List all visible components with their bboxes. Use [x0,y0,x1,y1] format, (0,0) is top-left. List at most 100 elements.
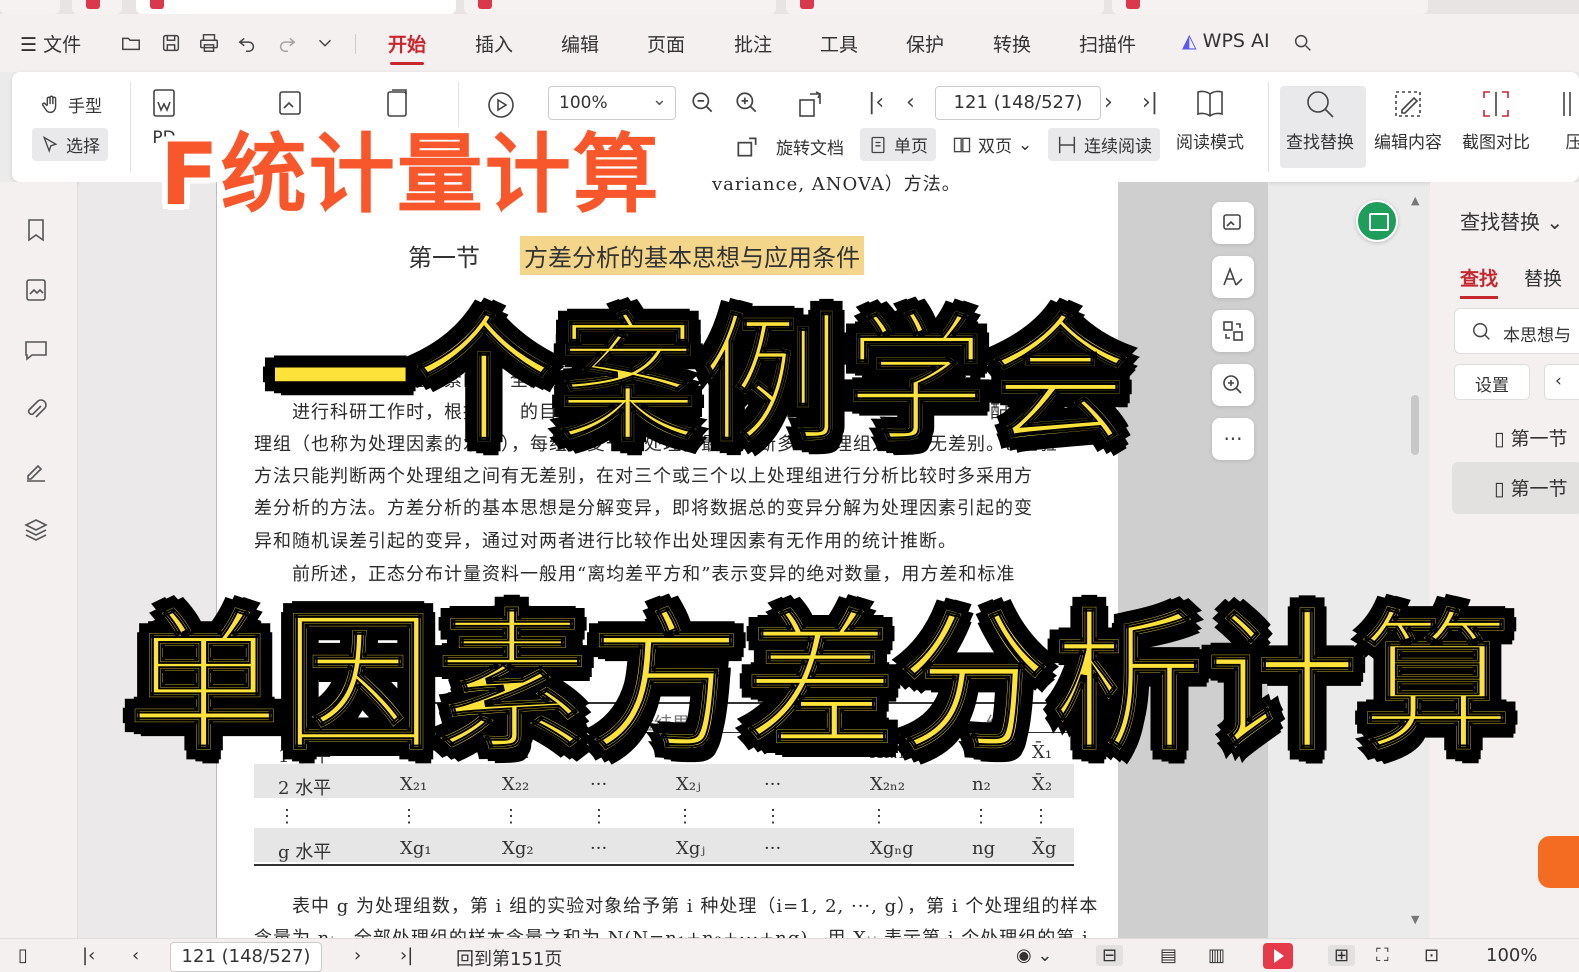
continuous-view-icon[interactable]: ⊟ [1096,945,1124,966]
menu-protect[interactable]: 保护 [906,30,944,57]
open-folder-icon[interactable] [120,32,142,54]
convert-tool-button[interactable] [1212,310,1254,352]
undo-icon[interactable] [236,32,258,54]
continuous-read-button[interactable]: 连续阅读 [1048,128,1160,161]
rotate-page-button[interactable] [734,134,760,160]
status-page-input[interactable]: 121 (148/527) [170,942,322,972]
rotate-document-icon [799,91,822,117]
panel-title-label: 查找替换 [1460,210,1540,234]
rotate-document-label: 旋转文档 [776,139,844,159]
menu-convert[interactable]: 转换 [993,30,1031,57]
compress-button[interactable]: 压 [1556,86,1579,153]
bookmark-icon[interactable] [22,216,50,244]
table-cell: ⋮ [278,806,296,827]
edit-content-button[interactable]: 编辑内容 [1374,86,1442,153]
menu-wps-ai[interactable]: ◭ WPS AI [1182,30,1270,52]
zoom-out-button[interactable] [690,90,716,116]
double-page-icon [953,137,971,152]
zoom-in-button[interactable] [734,90,760,116]
print-icon[interactable] [198,32,220,54]
play-slideshow-button[interactable] [1263,943,1293,969]
table-cell: X̄g [1032,838,1057,859]
select-tool-button[interactable]: 选择 [32,128,108,161]
single-view-icon[interactable]: ▤ [1160,945,1177,966]
hand-tool-button[interactable]: 手型 [40,92,102,117]
screenshot-compare-button[interactable]: 截图对比 [1462,86,1530,153]
redo-icon[interactable] [276,32,298,54]
scrollbar-thumb[interactable] [1411,395,1419,455]
attachment-icon[interactable] [22,396,50,424]
overlay-title-case: 一个案例学会 [269,299,1135,464]
status-last-page-button[interactable]: ›| [400,945,413,966]
fit-page-icon[interactable]: ⛶ [1376,945,1389,966]
menu-annotate[interactable]: 批注 [734,30,772,57]
tab-home[interactable] [0,0,60,14]
next-page-button[interactable]: › [1104,90,1113,115]
more-tools-button[interactable]: ··· [1212,418,1254,460]
double-page-button[interactable]: 双页 ⌄ [952,132,1032,157]
table-cell: Xg₁ [400,838,432,859]
status-zoom-value[interactable]: 100% [1486,945,1537,966]
result-item[interactable]: ▯ 第一节 [1494,424,1568,451]
read-mode-button[interactable]: 阅读模式 [1176,86,1244,153]
search-icon[interactable] [1292,32,1314,54]
settings-button[interactable]: 设置 [1454,364,1530,400]
result-item-selected[interactable]: ▯ 第一节 [1494,474,1568,501]
double-view-icon[interactable]: ▥ [1208,945,1225,966]
status-first-page-button[interactable]: |‹ [82,945,95,966]
rotate-doc-icon-button[interactable] [796,88,828,120]
page-number-input[interactable]: 121 (148/527) [935,86,1101,120]
continuous-read-icon [1058,136,1076,153]
rotate-document-button[interactable]: 旋转文档 [776,134,844,159]
text-tool-button[interactable] [1212,256,1254,298]
zoom-tool-button[interactable] [1212,364,1254,406]
tab-replace[interactable]: 替换 [1524,264,1562,291]
screenshot-compare-icon [1483,91,1509,117]
single-page-button[interactable]: 单页 [860,128,936,161]
return-to-page-link[interactable]: 回到第151页 [456,945,562,971]
find-input[interactable]: 本思想与 [1454,308,1579,354]
scroll-up-icon[interactable]: ▲ [1411,194,1419,207]
comment-icon[interactable] [22,336,50,364]
first-page-button[interactable]: |‹ [868,90,884,115]
tab-document-4[interactable] [1112,0,1428,14]
table-bottom-rule [254,864,1074,866]
save-icon[interactable] [160,32,182,54]
floating-app-icon[interactable] [1538,836,1579,888]
status-next-page-button[interactable]: › [354,945,361,966]
wps-ai-icon: ◭ [1182,30,1197,52]
hand-icon [42,95,57,113]
table-row: g 水平 Xg₁ Xg₂ ··· Xgⱼ ··· Xgₙg ng X̄g [254,832,1074,866]
tab-find[interactable]: 查找 [1460,264,1499,299]
find-replace-button[interactable]: 查找替换 [1286,86,1354,153]
tab-document-active[interactable] [136,0,456,14]
tab-app[interactable] [72,0,122,14]
scroll-down-icon[interactable]: ▼ [1411,913,1419,926]
layers-icon[interactable] [22,516,50,544]
menu-page[interactable]: 页面 [647,30,685,57]
menu-tools[interactable]: 工具 [820,30,858,57]
sidebar-toggle-icon[interactable]: ▯ [18,945,28,966]
status-prev-page-button[interactable]: ‹ [132,945,139,966]
fullscreen-icon[interactable]: ⊡ [1424,945,1439,966]
prev-page-button[interactable]: ‹ [906,90,915,115]
table-cell: ⋮ [870,806,888,827]
sheet-app-icon[interactable] [1356,200,1398,242]
thumbnail-icon[interactable] [22,276,50,304]
menu-edit[interactable]: 编辑 [561,30,599,57]
magnifier-icon [1307,91,1334,118]
page-number-value: 121 (148/527) [953,92,1083,113]
last-page-button[interactable]: ›| [1142,90,1158,115]
tab-document-2[interactable] [464,0,776,14]
menu-insert[interactable]: 插入 [475,30,513,57]
menu-start[interactable]: 开始 [388,30,426,65]
signature-icon[interactable] [22,456,50,484]
prev-result-button[interactable]: ‹ [1544,364,1579,400]
file-menu[interactable]: ☰ 文件 [20,30,81,57]
eye-view-icon[interactable]: ◉ ⌄ [1016,945,1053,966]
menu-scan[interactable]: 扫描件 [1079,30,1136,57]
fit-width-icon[interactable]: ⊞ [1328,945,1356,966]
image-tool-button[interactable] [1212,202,1254,244]
tab-document-3[interactable] [786,0,1104,14]
more-dropdown-icon[interactable] [314,32,336,54]
